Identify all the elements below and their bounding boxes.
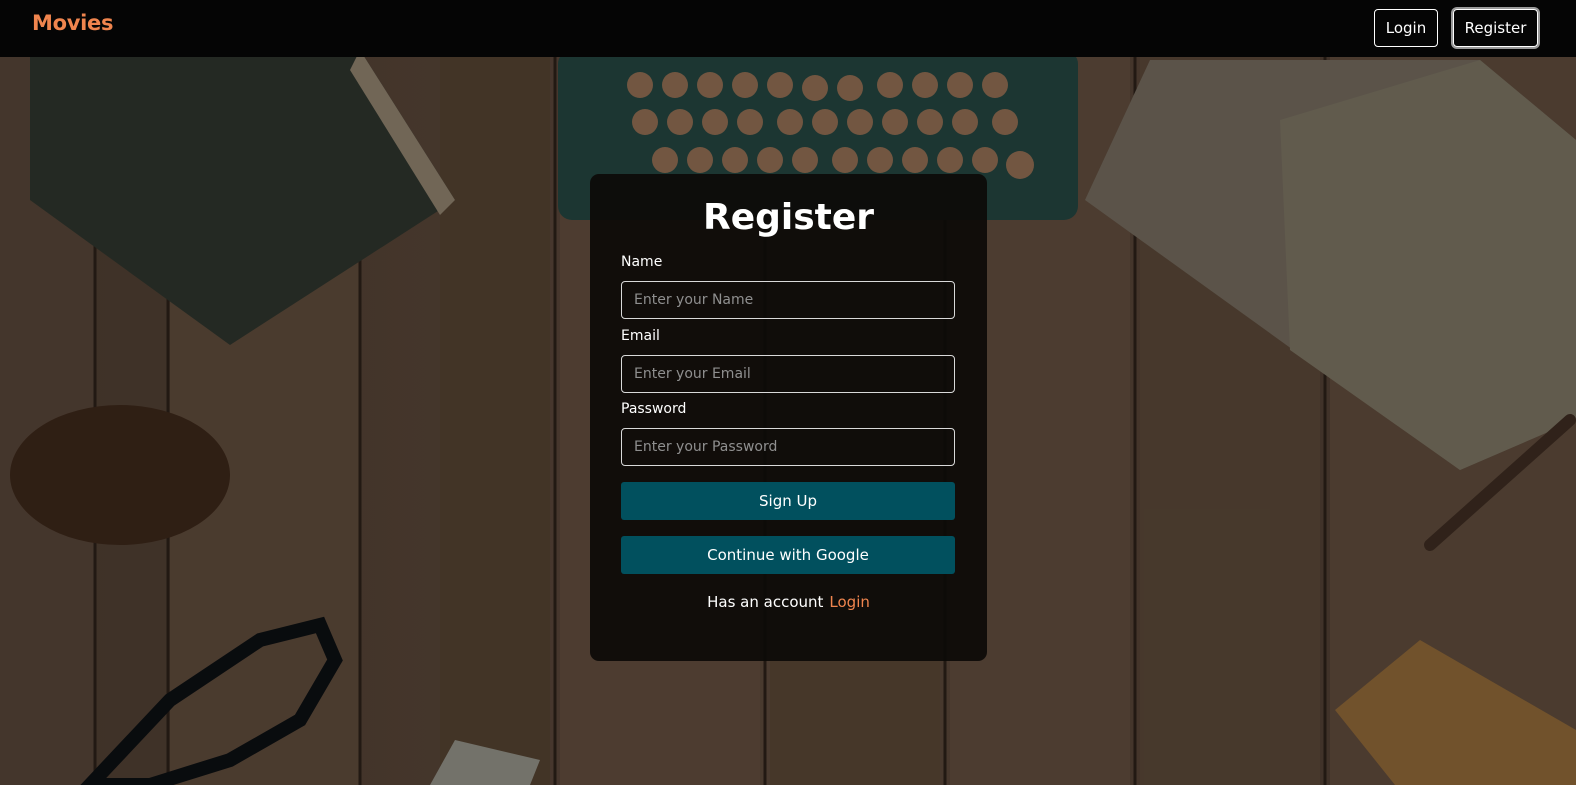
navbar: Movies Login Register xyxy=(0,0,1576,57)
brand-logo[interactable]: Movies xyxy=(32,11,113,35)
login-prompt: Has an account Login xyxy=(590,592,987,612)
register-card: Register Name Email Password Sign Up Con… xyxy=(590,174,987,661)
login-link[interactable]: Login xyxy=(829,593,869,611)
password-label: Password xyxy=(621,401,687,417)
password-input[interactable] xyxy=(621,428,955,466)
email-label: Email xyxy=(621,328,660,344)
nav-login-button[interactable]: Login xyxy=(1374,9,1438,47)
name-label: Name xyxy=(621,254,663,270)
page: Movies Login Register Register Name Emai… xyxy=(0,0,1576,785)
nav-register-button[interactable]: Register xyxy=(1453,9,1538,47)
name-input[interactable] xyxy=(621,281,955,319)
email-input[interactable] xyxy=(621,355,955,393)
page-title: Register xyxy=(702,197,875,238)
has-account-text: Has an account xyxy=(707,593,824,611)
google-signin-button[interactable]: Continue with Google xyxy=(621,536,955,574)
sign-up-button[interactable]: Sign Up xyxy=(621,482,955,520)
